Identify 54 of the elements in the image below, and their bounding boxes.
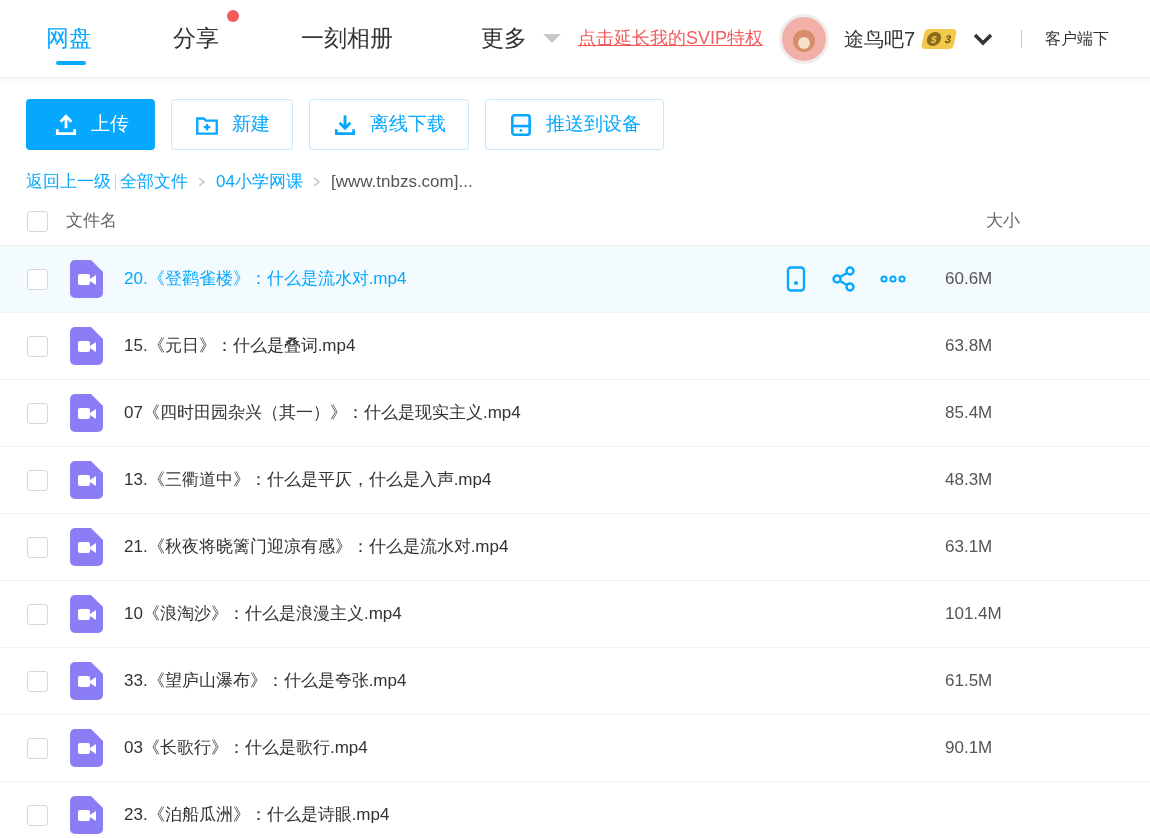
checkbox[interactable] [27, 536, 48, 558]
video-file-icon [70, 595, 103, 633]
file-name[interactable]: 03《长歌行》：什么是歌行.mp4 [124, 735, 784, 761]
active-tab-indicator [56, 60, 86, 65]
file-size: 48.3M [945, 469, 993, 492]
file-size: 85.4M [945, 402, 993, 425]
file-name[interactable]: 07《四时田园杂兴（其一）》：什么是现实主义.mp4 [124, 400, 784, 426]
phone-icon[interactable] [784, 266, 808, 292]
dropdown-caret-icon[interactable] [543, 33, 561, 43]
username[interactable]: 途鸟吧7 [844, 23, 916, 54]
video-file-icon [70, 528, 103, 566]
nav-tab[interactable]: 分享 [173, 0, 219, 78]
checkbox[interactable] [27, 670, 48, 692]
client-download-link[interactable]: 客户端下 [1045, 26, 1110, 51]
checkbox[interactable] [27, 737, 48, 759]
video-file-icon [70, 327, 103, 365]
file-name[interactable]: 21.《秋夜将晓篱门迎凉有感》：什么是流水对.mp4 [124, 534, 784, 560]
more-icon[interactable] [880, 275, 906, 283]
breadcrumb-current: [www.tnbzs.com]... [330, 171, 473, 194]
share-icon[interactable] [832, 266, 856, 292]
file-size: 101.4M [945, 603, 1002, 626]
file-size: 60.6M [945, 268, 993, 291]
column-header: 大小 [986, 210, 1020, 233]
nav-tab[interactable]: 一刻相册 [301, 0, 393, 78]
file-size: 63.1M [945, 536, 993, 559]
checkbox[interactable] [27, 603, 48, 625]
file-size: 61.5M [945, 670, 993, 693]
file-size: 90.1M [945, 737, 993, 760]
file-name[interactable]: 23.《泊船瓜洲》：什么是诗眼.mp4 [124, 802, 784, 828]
level-number: 3 [943, 31, 954, 47]
column-header: 文件名 [66, 210, 118, 233]
chevron-right-icon [312, 177, 321, 187]
coin-icon: $ [925, 31, 943, 46]
video-file-icon [70, 729, 103, 767]
file-name[interactable]: 13.《三衢道中》：什么是平仄，什么是入声.mp4 [124, 467, 784, 493]
video-file-icon [70, 662, 103, 700]
checkbox[interactable] [27, 804, 48, 826]
video-file-icon [70, 461, 103, 499]
file-size: 63.8M [945, 335, 993, 358]
checkbox[interactable] [27, 268, 48, 290]
file-name[interactable]: 10《浪淘沙》：什么是浪漫主义.mp4 [124, 601, 784, 627]
chevron-right-icon [198, 177, 206, 187]
nav-tab[interactable]: 更多 [481, 0, 527, 78]
checkbox[interactable] [27, 402, 48, 424]
video-file-icon [70, 796, 103, 834]
file-name[interactable]: 33.《望庐山瀑布》：什么是夸张.mp4 [124, 668, 784, 694]
video-file-icon [70, 394, 103, 432]
checkbox[interactable] [27, 335, 48, 357]
checkbox[interactable] [27, 469, 48, 491]
device-icon [508, 111, 534, 138]
file-name[interactable]: 15.《元日》：什么是叠词.mp4 [124, 333, 784, 359]
video-file-icon [70, 260, 103, 298]
chevron-down-icon[interactable] [973, 31, 994, 46]
checkbox[interactable] [27, 210, 48, 232]
